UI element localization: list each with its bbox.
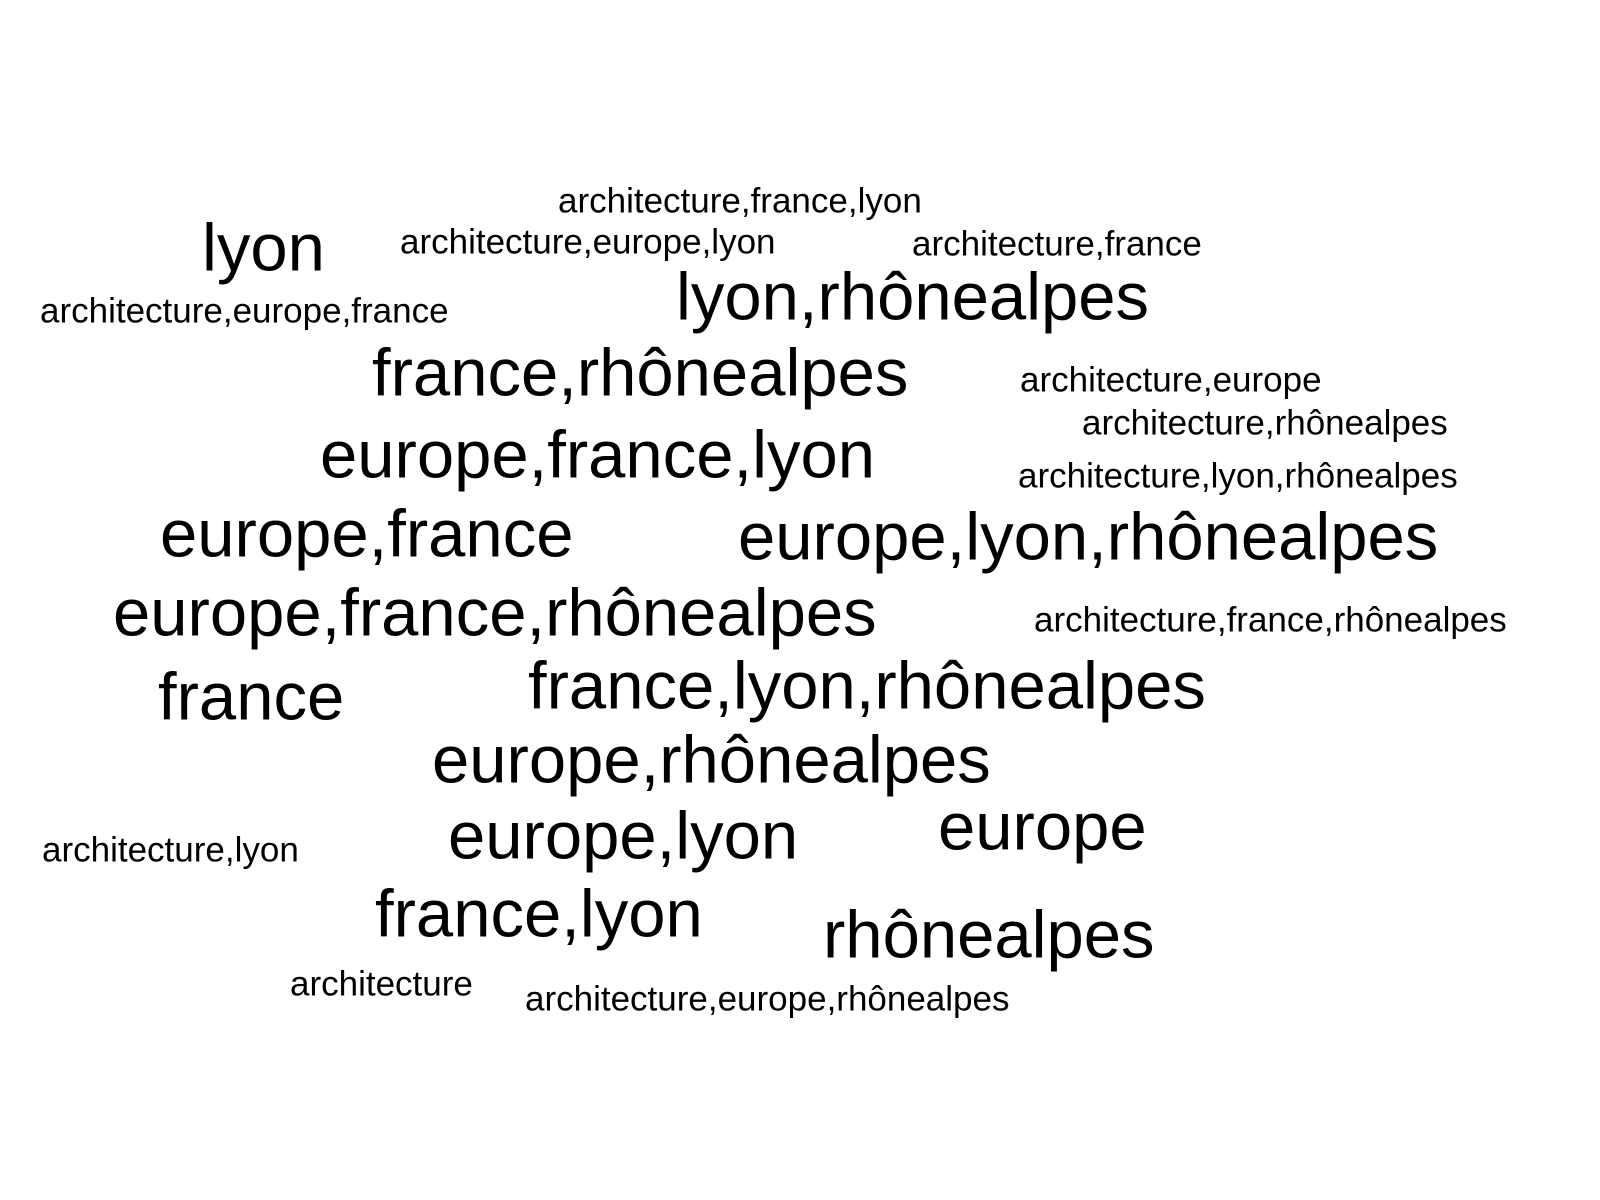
cloud-word-architecture-europe-france: architecture,europe,france bbox=[40, 291, 449, 331]
cloud-word-europe-france-rhonealpes: europe,france,rhônealpes bbox=[113, 575, 877, 651]
cloud-word-architecture-france-rhonealpes: architecture,france,rhônealpes bbox=[1034, 600, 1507, 640]
cloud-word-europe-lyon: europe,lyon bbox=[448, 798, 799, 874]
cloud-word-architecture-lyon: architecture,lyon bbox=[42, 830, 299, 870]
cloud-word-architecture-france-lyon: architecture,france,lyon bbox=[558, 181, 922, 221]
cloud-word-europe-rhonealpes: europe,rhônealpes bbox=[432, 722, 991, 798]
cloud-word-france-rhonealpes: france,rhônealpes bbox=[372, 335, 909, 411]
cloud-word-europe: europe bbox=[938, 789, 1147, 865]
cloud-word-architecture-france: architecture,france bbox=[912, 224, 1202, 264]
cloud-word-europe-france: europe,france bbox=[160, 496, 574, 572]
cloud-word-architecture-europe: architecture,europe bbox=[1020, 360, 1322, 400]
cloud-word-architecture-europe-rhonealpes: architecture,europe,rhônealpes bbox=[525, 979, 1010, 1019]
cloud-word-france-lyon-rhonealpes: france,lyon,rhônealpes bbox=[528, 648, 1206, 724]
word-cloud: architecture,france,lyon lyon architectu… bbox=[0, 0, 1600, 1200]
cloud-word-lyon: lyon bbox=[202, 210, 325, 286]
cloud-word-europe-lyon-rhonealpes: europe,lyon,rhônealpes bbox=[738, 499, 1439, 575]
cloud-word-lyon-rhonealpes: lyon,rhônealpes bbox=[676, 259, 1150, 335]
cloud-word-architecture: architecture bbox=[290, 964, 473, 1004]
cloud-word-architecture-lyon-rhonealpes: architecture,lyon,rhônealpes bbox=[1018, 456, 1458, 496]
cloud-word-architecture-rhonealpes: architecture,rhônealpes bbox=[1082, 403, 1448, 443]
cloud-word-france: france bbox=[158, 659, 345, 735]
cloud-word-france-lyon: france,lyon bbox=[375, 876, 703, 952]
cloud-word-europe-france-lyon: europe,france,lyon bbox=[320, 417, 875, 493]
cloud-word-rhonealpes: rhônealpes bbox=[823, 897, 1155, 973]
cloud-word-architecture-europe-lyon: architecture,europe,lyon bbox=[400, 222, 776, 262]
